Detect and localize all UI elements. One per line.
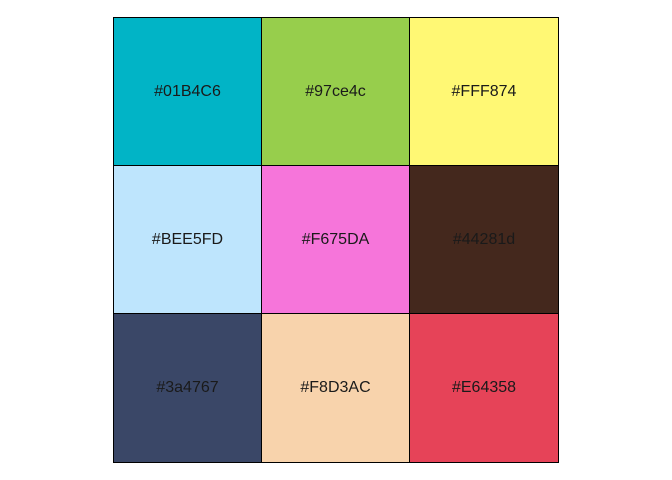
- color-swatch: #F8D3AC: [262, 314, 410, 462]
- swatch-label: #44281d: [452, 230, 516, 248]
- swatch-label: #F8D3AC: [300, 379, 371, 396]
- color-swatch: #F675DA: [262, 166, 410, 314]
- color-swatch: #01B4C6: [114, 18, 262, 166]
- swatch-label: #3a4767: [156, 379, 219, 396]
- color-swatch: #E64358: [410, 314, 558, 462]
- swatch-label: #97ce4c: [305, 82, 366, 100]
- color-swatch: #44281d: [410, 166, 558, 314]
- color-swatch: #BEE5FD: [114, 166, 262, 314]
- color-palette-grid: #01B4C6 #97ce4c #FFF874 #BEE5FD #F675DA …: [113, 17, 559, 463]
- swatch-label: #F675DA: [301, 230, 370, 248]
- color-swatch: #FFF874: [410, 18, 558, 166]
- swatch-label: #01B4C6: [154, 82, 221, 100]
- swatch-label: #FFF874: [451, 82, 517, 100]
- color-swatch: #3a4767: [114, 314, 262, 462]
- color-swatch: #97ce4c: [262, 18, 410, 166]
- swatch-label: #BEE5FD: [151, 230, 224, 248]
- swatch-label: #E64358: [451, 379, 517, 396]
